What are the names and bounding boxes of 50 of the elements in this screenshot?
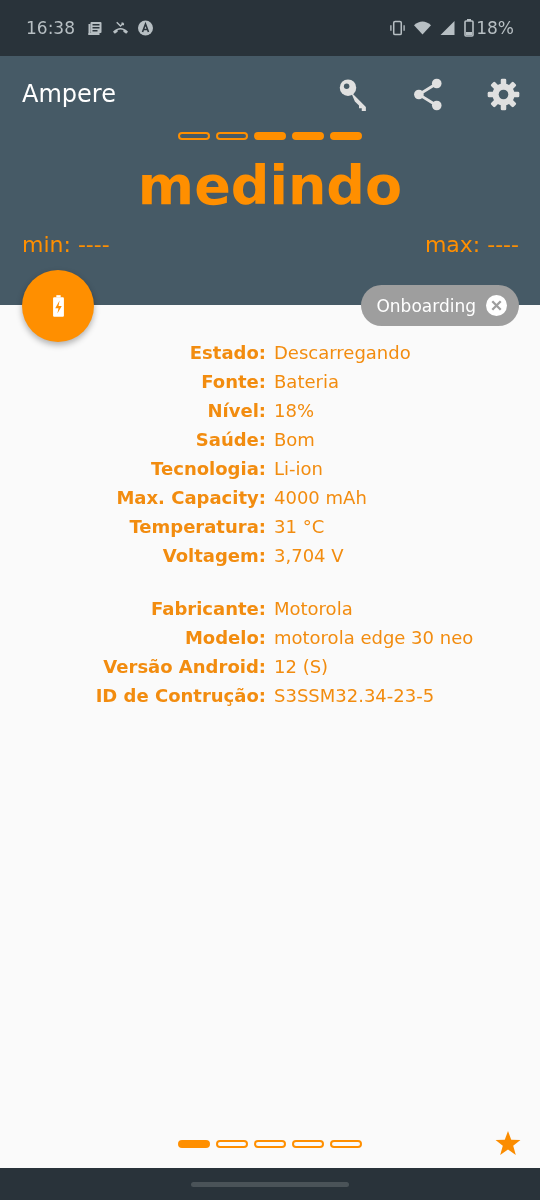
battery-charging-icon bbox=[51, 295, 65, 317]
info-label: Estado: bbox=[188, 341, 266, 365]
reading-status: medindo bbox=[136, 154, 404, 218]
missed-call-icon bbox=[112, 20, 129, 36]
info-label: Fonte: bbox=[200, 370, 266, 394]
page-indicator[interactable] bbox=[292, 1140, 324, 1148]
info-value: 4000 mAh bbox=[274, 486, 368, 510]
info-label: Saúde: bbox=[194, 428, 266, 452]
info-label: Tecnologia: bbox=[150, 457, 266, 481]
info-label: Temperatura: bbox=[128, 515, 266, 539]
page-indicator[interactable] bbox=[178, 1140, 210, 1148]
onboarding-chip[interactable]: Onboarding bbox=[361, 285, 519, 326]
info-value: 3,704 V bbox=[274, 544, 345, 568]
battery-button[interactable] bbox=[22, 270, 94, 342]
info-label: Modelo: bbox=[183, 626, 266, 650]
home-handle[interactable] bbox=[191, 1181, 349, 1187]
letter-a-icon bbox=[137, 20, 154, 36]
signal-icon bbox=[439, 20, 457, 36]
info-value: motorola edge 30 neo bbox=[274, 626, 475, 650]
info-label: ID de Contrução: bbox=[94, 684, 266, 708]
app-title: Ampere bbox=[22, 80, 117, 108]
battery-icon bbox=[464, 19, 475, 37]
vibrate-icon bbox=[389, 20, 407, 36]
settings-icon[interactable] bbox=[487, 77, 520, 111]
star-icon[interactable] bbox=[495, 1130, 521, 1156]
info-value: 18% bbox=[274, 399, 315, 423]
info-label: Max. Capacity: bbox=[115, 486, 266, 510]
info-label: Fabricante: bbox=[150, 597, 266, 621]
info-value: Descarregando bbox=[274, 341, 412, 365]
page-indicator[interactable] bbox=[254, 1140, 286, 1148]
info-value: S3SSM32.34-23-5 bbox=[274, 684, 436, 708]
info-value: 31 °C bbox=[274, 515, 326, 539]
max-value: max: ---- bbox=[424, 232, 519, 257]
clock-time: 16:38 bbox=[26, 18, 75, 38]
battery-percentage: 18% bbox=[476, 18, 514, 38]
info-label: Voltagem: bbox=[161, 544, 266, 568]
info-value: 12 (S) bbox=[274, 655, 330, 679]
info-value: Bom bbox=[274, 428, 316, 452]
news-icon bbox=[87, 20, 104, 36]
info-value: Motorola bbox=[274, 597, 354, 621]
info-label: Nível: bbox=[206, 399, 266, 423]
info-value: Li-ion bbox=[274, 457, 324, 481]
page-indicator[interactable] bbox=[216, 1140, 248, 1148]
min-value: min: ---- bbox=[22, 232, 110, 257]
page-indicator[interactable] bbox=[330, 1140, 362, 1148]
info-value: Bateria bbox=[274, 370, 340, 394]
info-label: Versão Android: bbox=[102, 655, 266, 679]
close-icon[interactable] bbox=[486, 295, 507, 316]
wifi-icon bbox=[414, 20, 432, 36]
share-icon[interactable] bbox=[412, 77, 445, 111]
